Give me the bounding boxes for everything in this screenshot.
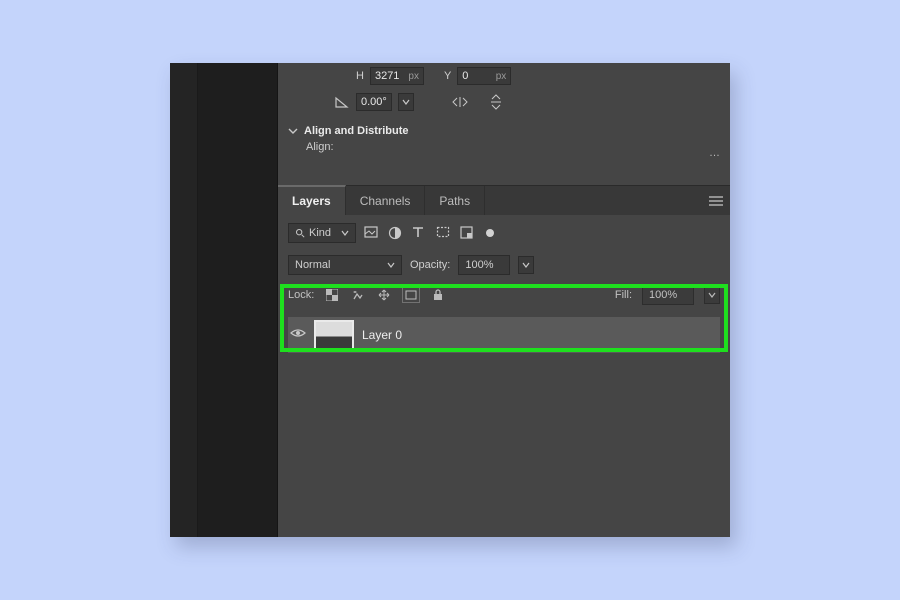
align-label: Align: bbox=[306, 141, 334, 153]
blend-mode-select[interactable]: Normal bbox=[288, 255, 402, 275]
align-section-title: Align and Distribute bbox=[304, 125, 409, 137]
layer-name[interactable]: Layer 0 bbox=[362, 328, 402, 342]
lock-transparency-icon[interactable] bbox=[324, 287, 340, 303]
transform-size-row: H 3271 px Y 0 px bbox=[278, 63, 730, 89]
blend-row: Normal Opacity: 100% bbox=[278, 251, 730, 281]
fill-label: Fill: bbox=[615, 289, 632, 301]
layer-row[interactable]: Layer 0 bbox=[288, 317, 720, 353]
rotate-value: 0.00° bbox=[361, 96, 387, 108]
h-label: H bbox=[356, 70, 364, 82]
tool-strip bbox=[170, 63, 198, 537]
chevron-down-icon bbox=[387, 261, 395, 269]
tab-layers-label: Layers bbox=[292, 194, 331, 208]
visibility-eye-icon[interactable] bbox=[290, 327, 306, 343]
rotate-field[interactable]: 0.00° bbox=[356, 93, 392, 111]
opacity-dropdown[interactable] bbox=[518, 256, 534, 274]
tab-layers[interactable]: Layers bbox=[278, 185, 346, 215]
fill-dropdown[interactable] bbox=[704, 286, 720, 304]
lock-artboard-icon[interactable] bbox=[402, 287, 420, 303]
y-value: 0 bbox=[462, 70, 468, 82]
transform-rotate-row: 0.00° bbox=[278, 89, 730, 115]
photoshop-panel-fragment: H 3271 px Y 0 px 0.00° bbox=[170, 63, 730, 537]
y-label: Y bbox=[444, 70, 451, 82]
chevron-down-icon bbox=[341, 229, 349, 237]
panel-menu-icon[interactable] bbox=[702, 186, 730, 215]
filter-toggle-icon[interactable] bbox=[486, 229, 494, 237]
opacity-field[interactable]: 100% bbox=[458, 255, 510, 275]
h-value: 3271 bbox=[375, 70, 399, 82]
align-row: Align: bbox=[278, 141, 730, 157]
filter-pixel-icon[interactable] bbox=[364, 226, 378, 240]
layer-thumbnail[interactable] bbox=[316, 322, 352, 348]
kind-label: Kind bbox=[309, 227, 331, 239]
lock-label: Lock: bbox=[288, 289, 314, 301]
fill-field[interactable]: 100% bbox=[642, 285, 694, 305]
h-field[interactable]: 3271 px bbox=[370, 67, 424, 85]
chevron-down-icon bbox=[288, 126, 298, 136]
search-icon bbox=[295, 228, 305, 238]
properties-and-layers-area: H 3271 px Y 0 px 0.00° bbox=[278, 63, 730, 537]
opacity-value: 100% bbox=[465, 259, 493, 271]
h-unit: px bbox=[408, 71, 419, 82]
filter-kind-select[interactable]: Kind bbox=[288, 223, 356, 243]
canvas-dark-area bbox=[198, 63, 278, 537]
filter-adjustment-icon[interactable] bbox=[388, 226, 402, 240]
filter-type-text-icon[interactable] bbox=[412, 226, 426, 240]
filter-type-icons bbox=[364, 226, 494, 240]
filter-smartobject-icon[interactable] bbox=[460, 226, 474, 240]
flip-horizontal-icon[interactable] bbox=[452, 94, 468, 110]
tab-paths[interactable]: Paths bbox=[425, 186, 485, 215]
filter-shape-icon[interactable] bbox=[436, 226, 450, 240]
lock-row: Lock: Fill: 100% bbox=[278, 281, 730, 307]
tab-channels-label: Channels bbox=[360, 194, 411, 208]
layer-filter-bar: Kind bbox=[278, 215, 730, 251]
lock-position-icon[interactable] bbox=[376, 287, 392, 303]
flip-vertical-icon[interactable] bbox=[488, 94, 504, 110]
opacity-label: Opacity: bbox=[410, 259, 450, 271]
y-unit: px bbox=[496, 71, 507, 82]
fill-value: 100% bbox=[649, 289, 677, 301]
panel-tabs: Layers Channels Paths bbox=[278, 185, 730, 215]
lock-image-icon[interactable] bbox=[350, 287, 366, 303]
section-menu-icon[interactable]: … bbox=[709, 147, 722, 159]
lock-all-icon[interactable] bbox=[430, 287, 446, 303]
blend-mode-value: Normal bbox=[295, 259, 330, 271]
rotate-dropdown[interactable] bbox=[398, 93, 414, 111]
rotate-angle-icon bbox=[334, 94, 350, 110]
tab-channels[interactable]: Channels bbox=[346, 186, 426, 215]
align-section-header[interactable]: Align and Distribute bbox=[278, 115, 730, 141]
y-field[interactable]: 0 px bbox=[457, 67, 511, 85]
tab-paths-label: Paths bbox=[439, 194, 470, 208]
